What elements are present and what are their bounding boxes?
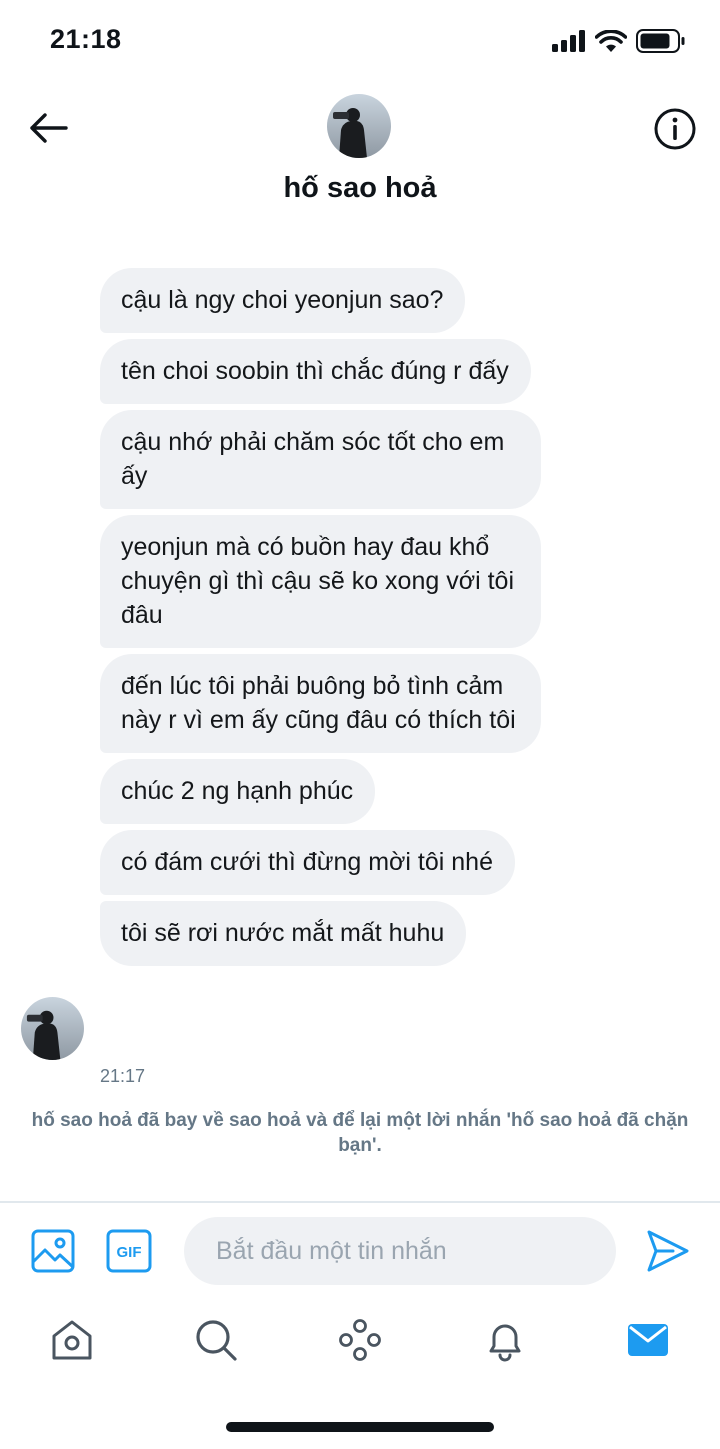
message-bubble[interactable]: chúc 2 ng hạnh phúc: [100, 759, 376, 824]
spaces-icon: [339, 1319, 381, 1361]
composer-divider: [0, 1201, 720, 1203]
header-avatar[interactable]: [327, 94, 391, 158]
home-icon: [52, 1320, 92, 1360]
wifi-icon: [595, 29, 627, 52]
tab-search[interactable]: [188, 1312, 244, 1368]
message-bubble[interactable]: tên choi soobin thì chắc đúng r đấy: [100, 339, 531, 404]
search-icon: [196, 1320, 237, 1361]
message-input[interactable]: [184, 1217, 616, 1285]
add-gif-button[interactable]: GIF: [106, 1228, 152, 1274]
info-icon: [654, 108, 696, 150]
send-button[interactable]: [645, 1228, 691, 1274]
status-icons: [552, 26, 686, 56]
system-note: hố sao hoả đã bay về sao hoả và để lại m…: [31, 1110, 689, 1156]
status-time: 21:18: [50, 24, 122, 54]
bottom-tab-bar: [0, 1312, 720, 1372]
gif-label: GIF: [117, 1244, 142, 1261]
cellular-signal-icon: [552, 30, 585, 52]
back-arrow-icon: [30, 113, 68, 143]
conversation-info-button[interactable]: [652, 106, 698, 152]
message-bubble[interactable]: đến lúc tôi phải buông bỏ tình cảm này r…: [100, 654, 541, 753]
tab-home[interactable]: [44, 1312, 100, 1368]
message-bubble[interactable]: cậu nhớ phải chăm sóc tốt cho em ấy: [100, 410, 541, 509]
tab-notifications[interactable]: [477, 1312, 533, 1368]
home-indicator: [226, 1422, 494, 1432]
back-button[interactable]: [22, 104, 74, 152]
battery-icon: [636, 29, 685, 53]
avatar-photo: [327, 94, 391, 158]
gif-icon: GIF: [106, 1229, 152, 1273]
notifications-icon: [489, 1324, 521, 1362]
message-bubble[interactable]: có đám cưới thì đừng mời tôi nhé: [100, 830, 515, 895]
add-photo-button[interactable]: [30, 1228, 76, 1274]
tab-messages[interactable]: [620, 1312, 676, 1368]
tab-spaces[interactable]: [332, 1312, 388, 1368]
message-list: cậu là ngy choi yeonjun sao? tên choi so…: [100, 268, 560, 972]
message-bubble[interactable]: tôi sẽ rơi nước mắt mất huhu: [100, 901, 467, 966]
message-bubble[interactable]: cậu là ngy choi yeonjun sao?: [100, 268, 466, 333]
conversation-title: hố sao hoả: [283, 172, 437, 204]
messages-icon: [628, 1324, 668, 1356]
send-icon: [647, 1230, 689, 1272]
sender-avatar[interactable]: [21, 997, 84, 1060]
image-icon: [31, 1229, 75, 1273]
message-bubble[interactable]: yeonjun mà có buồn hay đau khổ chuyện gì…: [100, 515, 541, 648]
avatar-photo: [21, 997, 84, 1060]
message-timestamp: 21:17: [100, 1066, 146, 1086]
